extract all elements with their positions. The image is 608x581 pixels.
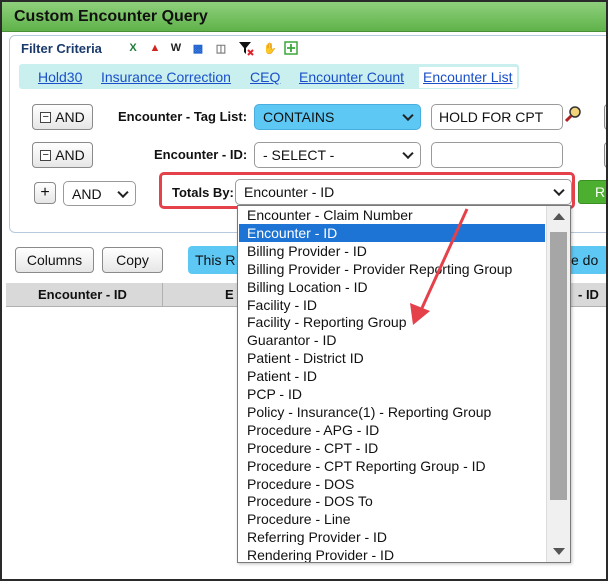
tag-list-label: Encounter - Tag List: (118, 109, 248, 124)
run-button[interactable]: R (578, 180, 606, 204)
window-titlebar: Custom Encounter Query (2, 2, 606, 32)
tab-ceq[interactable]: CEQ (250, 69, 280, 85)
dropdown-option[interactable]: Patient - ID (239, 367, 545, 385)
dropdown-option[interactable]: Facility - ID (239, 296, 545, 314)
chevron-down-icon (117, 186, 129, 198)
tab-hold30[interactable]: Hold30 (38, 69, 82, 85)
dropdown-option[interactable]: Procedure - APG - ID (239, 421, 545, 439)
dropdown-option[interactable]: PCP - ID (239, 385, 545, 403)
info-text: This R (195, 252, 236, 268)
trash-icon[interactable]: ◫ (213, 40, 229, 56)
dropdown-option[interactable]: Patient - District ID (239, 349, 545, 367)
and-label: AND (55, 147, 85, 163)
dropdown-option[interactable]: Procedure - CPT Reporting Group - ID (239, 457, 545, 475)
filter-criteria-label: Filter Criteria (21, 41, 102, 56)
and-or-select[interactable]: AND (63, 181, 136, 206)
dropdown-option[interactable]: Policy - Insurance(1) - Reporting Group (239, 403, 545, 421)
pdf-icon[interactable]: ▲ (147, 40, 163, 56)
search-icon[interactable] (564, 105, 582, 123)
clear-filter-icon[interactable] (238, 40, 254, 56)
tag-list-value: HOLD FOR CPT (439, 109, 544, 125)
add-criteria-button[interactable]: + (34, 182, 56, 204)
tab-encounter-count[interactable]: Encounter Count (299, 69, 404, 85)
minus-icon: − (40, 111, 52, 123)
dropdown-option[interactable]: Encounter - Claim Number (239, 206, 545, 224)
columns-label: Columns (26, 252, 83, 268)
plus-icon: + (40, 184, 50, 201)
column-divider (162, 283, 163, 307)
chevron-down-icon (402, 109, 414, 122)
copy-button[interactable]: Copy (102, 247, 163, 273)
and-or-value: AND (72, 185, 102, 202)
dropdown-option[interactable]: Procedure - CPT - ID (239, 439, 545, 457)
dropdown-scrollbar[interactable] (546, 206, 570, 562)
word-icon[interactable]: W (168, 40, 184, 56)
window-title: Custom Encounter Query (14, 8, 208, 25)
hand-icon[interactable]: ✋ (262, 40, 278, 56)
dropdown-option[interactable]: Billing Location - ID (239, 278, 545, 296)
tag-list-value-input[interactable]: HOLD FOR CPT (431, 104, 563, 130)
totals-by-dropdown: Encounter - Claim Number Encounter - ID Bi… (237, 205, 571, 563)
dropdown-option[interactable]: Billing Provider - ID (239, 242, 545, 260)
grid-header-col2[interactable]: E (225, 287, 234, 302)
and-button-row1[interactable]: − AND (32, 104, 93, 130)
minus-icon: − (40, 149, 52, 161)
operator-select-row2[interactable]: - SELECT - (254, 142, 421, 168)
dropdown-option[interactable]: Rendering Provider - ID (239, 546, 545, 562)
tab-insurance-correction[interactable]: Insurance Correction (101, 69, 231, 85)
grid-header-col3[interactable]: - ID (578, 287, 599, 302)
add-icon[interactable] (283, 40, 299, 56)
encounter-id-value-input[interactable] (431, 142, 563, 168)
excel-icon[interactable]: X (125, 40, 141, 56)
save-icon[interactable]: ▩ (190, 40, 206, 56)
query-window: Custom Encounter Query Filter Criteria X… (0, 0, 608, 581)
dropdown-option[interactable]: Encounter - ID (239, 223, 545, 242)
row1-right-button[interactable] (604, 104, 606, 130)
operator-value: CONTAINS (263, 109, 335, 125)
copy-label: Copy (116, 252, 149, 268)
dropdown-option[interactable]: Procedure - DOS (239, 475, 545, 493)
scroll-thumb[interactable] (550, 232, 567, 500)
query-tab-strip: Hold30 Insurance Correction CEQ Encounte… (19, 64, 519, 89)
chevron-down-icon (402, 147, 414, 160)
dropdown-option[interactable]: Procedure - DOS To (239, 492, 545, 510)
and-button-row2[interactable]: − AND (32, 142, 93, 168)
and-label: AND (55, 109, 85, 125)
tab-encounter-list[interactable]: Encounter List (419, 67, 517, 88)
operator-value: - SELECT - (263, 147, 335, 163)
scroll-down-icon[interactable] (553, 548, 565, 555)
highlight-box (159, 172, 575, 209)
grid-header-encounter-id[interactable]: Encounter - ID (38, 287, 127, 302)
dropdown-option[interactable]: Guarantor - ID (239, 331, 545, 349)
encounter-id-label: Encounter - ID: (154, 147, 248, 162)
dropdown-option[interactable]: Procedure - Line (239, 510, 545, 528)
row2-right-button[interactable] (604, 142, 606, 168)
dropdown-option[interactable]: Facility - Reporting Group (239, 313, 545, 331)
operator-select-row1[interactable]: CONTAINS (254, 104, 421, 130)
dropdown-option[interactable]: Billing Provider - Provider Reporting Gr… (239, 260, 545, 278)
dropdown-option[interactable]: Referring Provider - ID (239, 528, 545, 546)
columns-button[interactable]: Columns (15, 247, 94, 273)
scroll-up-icon[interactable] (553, 213, 565, 220)
